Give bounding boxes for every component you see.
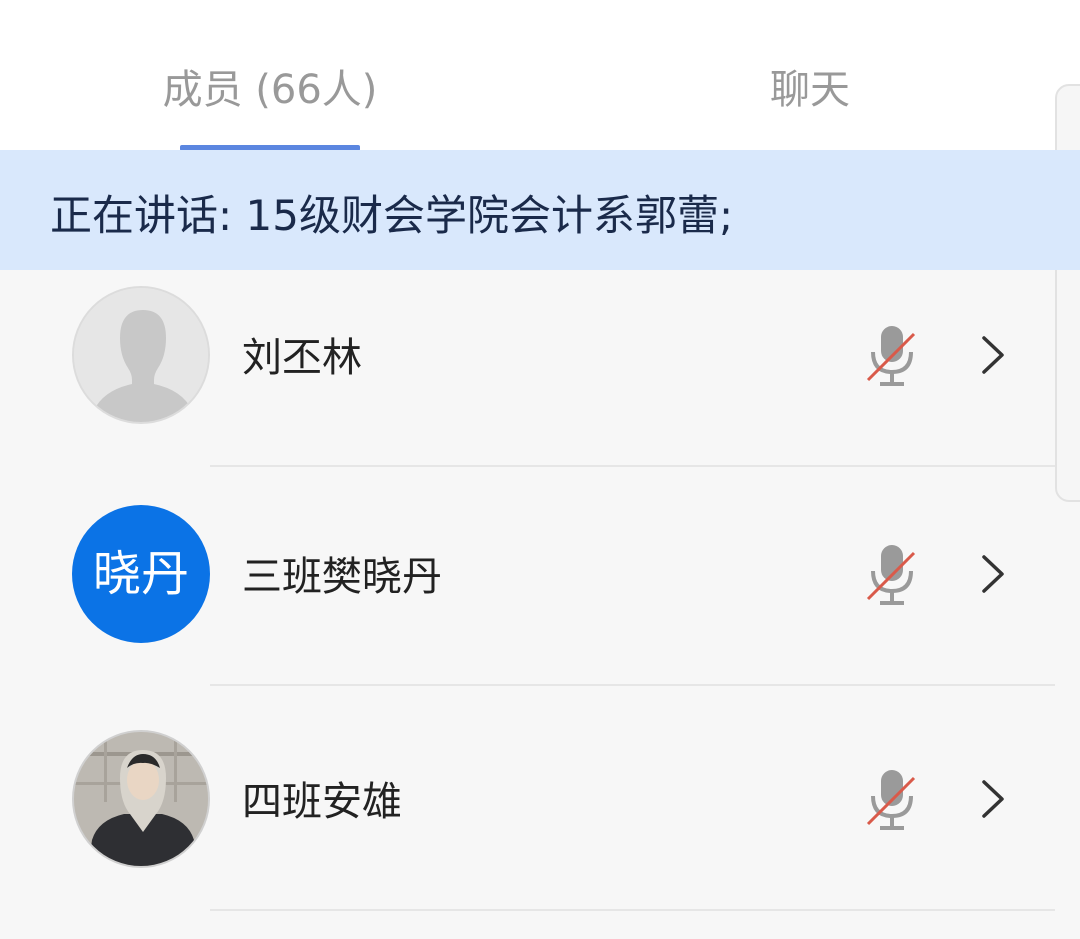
tab-chat[interactable]: 聊天 bbox=[730, 62, 890, 118]
row-divider bbox=[210, 684, 1055, 686]
tab-bar: 成员 (66人) 聊天 bbox=[0, 0, 1080, 151]
member-row[interactable]: 刘丕林 bbox=[0, 246, 1055, 471]
avatar: 晓丹 bbox=[72, 505, 210, 643]
member-row[interactable]: 四班安雄 bbox=[0, 690, 1055, 915]
chevron-right-icon[interactable] bbox=[978, 778, 1008, 820]
member-name: 刘丕林 bbox=[242, 335, 362, 381]
member-name: 四班安雄 bbox=[242, 779, 402, 825]
microphone-muted-icon[interactable] bbox=[864, 543, 920, 611]
chevron-right-icon[interactable] bbox=[978, 553, 1008, 595]
tab-members[interactable]: 成员 (66人) bbox=[150, 62, 390, 118]
person-silhouette-icon bbox=[74, 288, 208, 422]
microphone-muted-icon[interactable] bbox=[864, 768, 920, 836]
row-divider bbox=[210, 909, 1055, 911]
member-row[interactable]: 晓丹 三班樊晓丹 bbox=[0, 465, 1055, 690]
speaking-text: 正在讲话: 15级财会学院会计系郭蕾; bbox=[50, 191, 734, 240]
side-panel-handle[interactable] bbox=[1055, 84, 1080, 502]
profile-photo-icon bbox=[74, 732, 208, 866]
chevron-right-icon[interactable] bbox=[978, 334, 1008, 376]
member-name: 三班樊晓丹 bbox=[242, 554, 442, 600]
avatar bbox=[72, 286, 210, 424]
microphone-muted-icon[interactable] bbox=[864, 324, 920, 392]
avatar bbox=[72, 730, 210, 868]
meeting-members-screen: 成员 (66人) 聊天 正在讲话: 15级财会学院会计系郭蕾; 刘丕林 晓丹 三… bbox=[0, 0, 1080, 939]
